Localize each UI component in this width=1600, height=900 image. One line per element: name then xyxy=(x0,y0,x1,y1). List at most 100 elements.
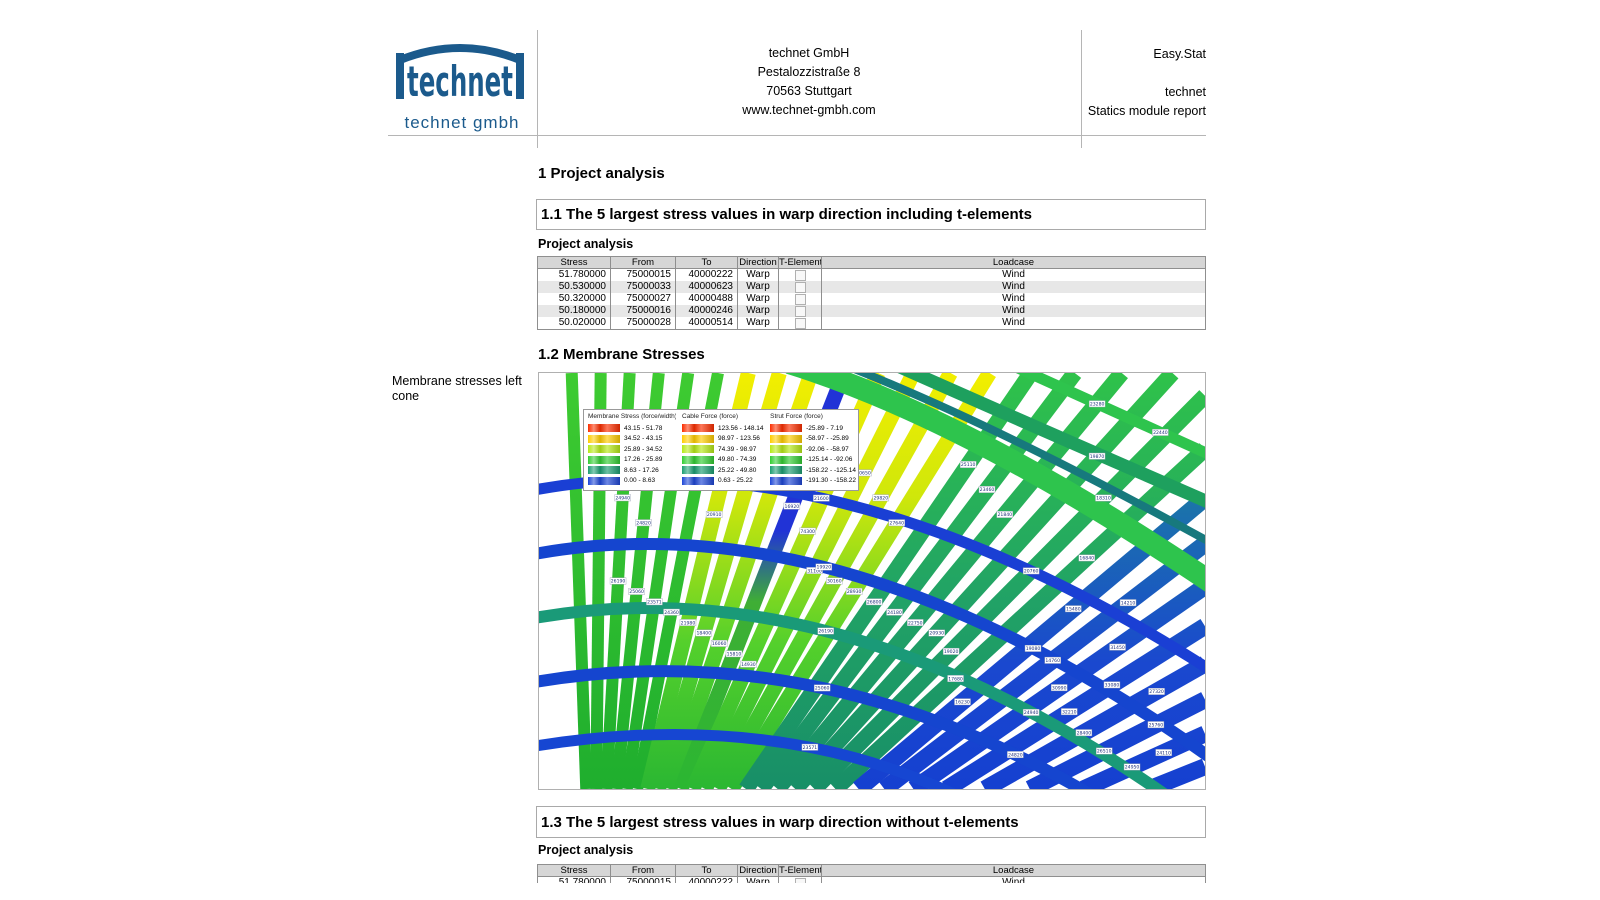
legend-range: -25.89 - 7.19 xyxy=(806,425,843,432)
svg-text:26190: 26190 xyxy=(818,629,833,635)
svg-text:24180: 24180 xyxy=(887,610,902,616)
column-header: Direction xyxy=(738,257,779,269)
header-rule xyxy=(388,135,1206,136)
report-title: Statics module report xyxy=(1081,102,1206,121)
legend-range: -158.22 - -125.14 xyxy=(806,467,856,474)
legend-range: -125.14 - -92.06 xyxy=(806,456,852,463)
t-element-checkbox[interactable] xyxy=(795,318,806,329)
technet-logo-mark: technet xyxy=(388,30,533,108)
legend-entry: 123.56 - 148.14 xyxy=(682,423,764,434)
svg-text:21600: 21600 xyxy=(814,496,829,502)
svg-text:19020: 19020 xyxy=(944,649,959,655)
legend-swatch xyxy=(588,477,620,485)
svg-text:25060: 25060 xyxy=(815,686,830,692)
legend-entry: 98.97 - 123.56 xyxy=(682,434,764,445)
logo-brand-text: technet gmbh xyxy=(388,113,536,133)
legend-swatch xyxy=(588,445,620,453)
table-cell: 40000623 xyxy=(676,281,738,293)
table-cell: Warp xyxy=(738,269,779,281)
column-header: To xyxy=(676,865,738,877)
t-element-checkbox[interactable] xyxy=(795,306,806,317)
table-cell: 51.780000 xyxy=(538,877,611,883)
table-cell: Warp xyxy=(738,281,779,293)
svg-text:22440: 22440 xyxy=(1153,430,1168,436)
legend-entry: -25.89 - 7.19 xyxy=(770,423,856,434)
svg-text:24360: 24360 xyxy=(664,610,679,616)
svg-text:23280: 23280 xyxy=(1090,402,1105,408)
report-page: technet technet gmbh technet GmbH Pestal… xyxy=(0,0,1600,900)
svg-text:23460: 23460 xyxy=(980,487,995,493)
legend-group: Membrane Stress (force/width)43.15 - 51.… xyxy=(588,413,676,486)
t-element-checkbox[interactable] xyxy=(795,878,806,884)
svg-text:21980: 21980 xyxy=(681,620,696,626)
svg-text:25110: 25110 xyxy=(961,462,976,468)
legend-range: 0.00 - 8.63 xyxy=(624,477,655,484)
svg-text:26510: 26510 xyxy=(1097,749,1112,755)
column-header: T-Element xyxy=(779,257,822,269)
legend-entry: 0.00 - 8.63 xyxy=(588,476,676,487)
svg-text:14760: 14760 xyxy=(1045,658,1060,664)
table-cell xyxy=(779,293,822,305)
column-header: Loadcase xyxy=(822,865,1205,877)
t-element-checkbox[interactable] xyxy=(795,270,806,281)
svg-text:17680: 17680 xyxy=(948,676,963,682)
svg-text:23571: 23571 xyxy=(803,745,818,751)
legend-swatch xyxy=(770,456,802,464)
table-cell: 75000033 xyxy=(611,281,676,293)
svg-text:26800: 26800 xyxy=(867,600,882,606)
legend-swatch xyxy=(588,466,620,474)
legend-range: -58.97 - -25.89 xyxy=(806,435,849,442)
svg-text:26190: 26190 xyxy=(611,579,626,585)
t-element-checkbox[interactable] xyxy=(795,294,806,305)
column-header: From xyxy=(611,257,676,269)
legend-swatch xyxy=(770,466,802,474)
company-street: Pestalozzistraße 8 xyxy=(537,63,1081,82)
svg-text:31450: 31450 xyxy=(1110,645,1125,651)
column-header: Loadcase xyxy=(822,257,1205,269)
svg-text:24940: 24940 xyxy=(615,496,630,502)
legend-range: -191.30 - -158.22 xyxy=(806,477,856,484)
svg-text:28400: 28400 xyxy=(1077,730,1092,736)
legend-swatch xyxy=(770,424,802,432)
t-element-checkbox[interactable] xyxy=(795,282,806,293)
svg-text:15810: 15810 xyxy=(727,652,742,658)
table-cell xyxy=(779,877,822,883)
legend-swatch xyxy=(770,435,802,443)
table-cell: Warp xyxy=(738,317,779,329)
legend-swatch xyxy=(588,456,620,464)
svg-text:16230: 16230 xyxy=(955,699,970,705)
table-cell: Wind xyxy=(822,317,1205,329)
svg-text:16060: 16060 xyxy=(712,641,727,647)
legend-swatch xyxy=(770,477,802,485)
legend-entry: 74.39 - 98.97 xyxy=(682,444,764,455)
svg-text:24820: 24820 xyxy=(636,520,651,526)
legend-entry: -125.14 - -92.06 xyxy=(770,455,856,466)
legend-range: 8.63 - 17.26 xyxy=(624,467,659,474)
table1-title: Project analysis xyxy=(538,237,633,251)
section-1-1-heading: 1.1 The 5 largest stress values in warp … xyxy=(536,199,1206,230)
logo: technet technet gmbh xyxy=(388,30,536,133)
table-cell: Warp xyxy=(738,293,779,305)
svg-text:24820: 24820 xyxy=(1008,752,1023,758)
stress-table-2-clip: StressFromToDirectionT-ElementLoadcase51… xyxy=(537,864,1206,883)
svg-text:20910: 20910 xyxy=(707,512,722,518)
vendor-name: technet xyxy=(1081,83,1206,102)
table-cell: 50.020000 xyxy=(538,317,611,329)
svg-text:24110: 24110 xyxy=(1156,750,1171,756)
legend-range: 25.89 - 34.52 xyxy=(624,446,662,453)
legend-range: 123.56 - 148.14 xyxy=(718,425,764,432)
legend-swatch xyxy=(682,477,714,485)
svg-text:27320: 27320 xyxy=(1149,689,1164,695)
legend-group-title: Membrane Stress (force/width) xyxy=(588,413,676,420)
svg-text:16920: 16920 xyxy=(785,504,800,510)
table-cell: Wind xyxy=(822,269,1205,281)
column-header: Stress xyxy=(538,865,611,877)
legend-swatch xyxy=(770,445,802,453)
table-cell: Wind xyxy=(822,293,1205,305)
legend-range: 0.63 - 25.22 xyxy=(718,477,753,484)
table-cell xyxy=(779,281,822,293)
table-cell: 50.320000 xyxy=(538,293,611,305)
table-cell: 75000015 xyxy=(611,269,676,281)
table-cell: 40000488 xyxy=(676,293,738,305)
legend-entry: 34.52 - 43.15 xyxy=(588,434,676,445)
